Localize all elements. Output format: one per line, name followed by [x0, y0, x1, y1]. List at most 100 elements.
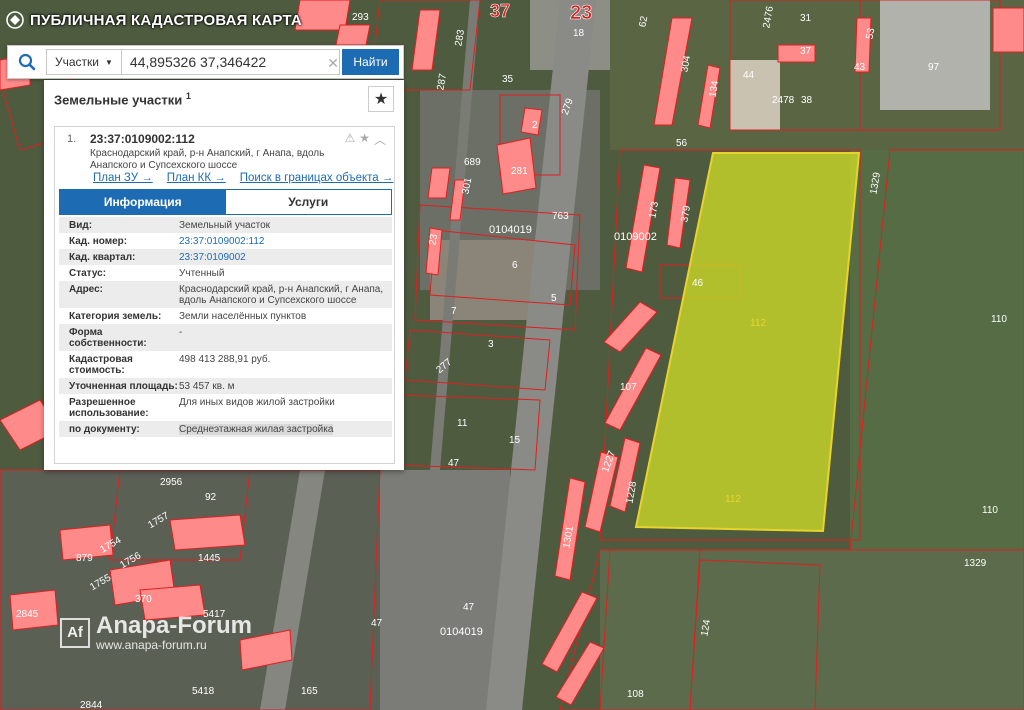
label-parcel-689: 689: [464, 157, 481, 168]
info-row: Адрес: Краснодарский край, р-н Анапский, …: [59, 281, 392, 308]
favorite-button[interactable]: ★: [368, 86, 394, 112]
panel-header: Земельные участки 1 ★: [44, 80, 404, 118]
label-block-0109002: 0109002: [614, 231, 657, 243]
label-parcel-165: 165: [301, 686, 318, 697]
star-icon: ★: [373, 91, 389, 108]
label-parcel-2845: 2845: [16, 609, 39, 620]
label-parcel-2478: 2478: [772, 95, 795, 106]
info-row: Вид: Земельный участок: [59, 217, 392, 233]
label-parcel-31: 31: [800, 13, 812, 24]
label-parcel-5418: 5418: [192, 686, 215, 697]
panel-title: Земельные участки 1: [54, 90, 191, 108]
label-parcel-2956: 2956: [160, 477, 183, 488]
cadastral-quarter-link[interactable]: 23:37:0109002: [179, 252, 386, 263]
result-actions: ⚠ ★ ︿: [344, 131, 386, 148]
tab-info[interactable]: Информация: [60, 190, 226, 214]
link-plan-zu[interactable]: План ЗУ →: [93, 172, 153, 184]
label-parcel-47-a: 47: [448, 458, 460, 469]
chevron-up-icon[interactable]: ︿: [374, 131, 386, 148]
label-parcel-37: 37: [800, 46, 812, 57]
label-parcel-47-c: 47: [371, 618, 383, 629]
result-count: 1: [185, 90, 191, 101]
label-parcel-110-a: 110: [991, 314, 1007, 325]
label-parcel-18: 18: [573, 28, 585, 39]
info-row: Кадастровая стоимость: 498 413 288,91 руб…: [69, 354, 271, 376]
search-type-dropdown[interactable]: Участки ▼: [46, 49, 121, 75]
search-type-label: Участки: [55, 55, 99, 69]
label-parcel-15: 15: [509, 435, 521, 446]
cadastral-number-link[interactable]: 23:37:0109002:112: [179, 236, 386, 247]
label-parcel-110-b: 110: [982, 505, 998, 516]
result-card: 1. 23:37:0109002:112 ⚠ ★ ︿ Краснодарский…: [54, 126, 395, 464]
label-parcel-38: 38: [801, 95, 813, 106]
label-parcel-108: 108: [627, 689, 644, 700]
info-row: Статус: Учтенный: [69, 268, 225, 279]
result-number: 1.: [67, 133, 77, 145]
chevron-down-icon: ▼: [105, 57, 113, 67]
label-parcel-46: 46: [692, 278, 704, 289]
label-parcel-6: 6: [512, 260, 518, 271]
info-row: Кад. квартал: 23:37:0109002: [59, 249, 392, 265]
watermark: Af Anapa-Forum www.anapa-forum.ru: [60, 613, 252, 652]
map-field-e: [850, 150, 1024, 550]
label-parcel-1329-b: 1329: [964, 558, 987, 569]
label-block-0104019: 0104019: [489, 224, 532, 236]
result-links: План ЗУ → План КК → Поиск в границах объ…: [93, 172, 403, 184]
label-parcel-112-b: 112: [725, 494, 741, 505]
results-panel: Земельные участки 1 ★ 1. 23:37:0109002:1…: [44, 80, 404, 470]
label-parcel-3: 3: [488, 339, 494, 350]
label-parcel-44: 44: [743, 70, 755, 81]
label-parcel-107: 107: [620, 382, 637, 393]
label-parcel-879: 879: [76, 553, 93, 564]
link-search-bounds[interactable]: Поиск в границах объекта →: [240, 172, 394, 184]
search-bar: Участки ▼ ✕ Найти: [7, 45, 404, 79]
label-parcel-43: 43: [854, 62, 866, 73]
label-parcel-47-b: 47: [463, 602, 475, 613]
app-header: ПУБЛИЧНАЯ КАДАСТРОВАЯ КАРТА: [0, 0, 308, 40]
app-title: ПУБЛИЧНАЯ КАДАСТРОВАЯ КАРТА: [30, 11, 302, 29]
label-parcel-281: 281: [511, 166, 528, 177]
find-button[interactable]: Найти: [342, 49, 399, 75]
label-quarter-37: 37: [490, 1, 510, 21]
result-tabs: Информация Услуги: [59, 189, 392, 215]
label-quarter-23: 23: [570, 2, 592, 24]
star-outline-icon[interactable]: ★: [359, 131, 370, 148]
cadastral-number: 23:37:0109002:112: [90, 132, 195, 146]
watermark-url: www.anapa-forum.ru: [96, 638, 207, 652]
label-parcel-2844: 2844: [80, 700, 103, 710]
link-plan-kk[interactable]: План КК →: [167, 172, 226, 184]
map-building-97: [880, 0, 990, 110]
info-row: Кад. номер: 23:37:0109002:112: [59, 233, 392, 249]
search-icon: [18, 53, 36, 71]
info-row: Разрешенное использование: Для иных видов…: [69, 397, 335, 419]
map-field-se: [600, 550, 1024, 710]
info-row: Категория земель: Земли населённых пункто…: [69, 311, 307, 322]
label-parcel-5: 5: [551, 293, 557, 304]
label-parcel-2: 2: [532, 120, 538, 131]
info-row: Форма собственности: -: [59, 324, 392, 351]
info-row: Уточненная площадь: 53 457 кв. м: [59, 378, 392, 394]
result-address: Краснодарский край, р-н Анапский, г Анап…: [90, 148, 325, 171]
watermark-logo: Af: [60, 617, 90, 648]
search-input[interactable]: [120, 49, 340, 75]
rosreestr-logo-icon: [6, 11, 24, 29]
search-button[interactable]: [8, 46, 46, 78]
label-parcel-293: 293: [352, 12, 369, 23]
label-parcel-112-a: 112: [750, 318, 766, 329]
label-parcel-97: 97: [928, 62, 940, 73]
clear-icon[interactable]: ✕: [327, 55, 339, 72]
label-block-0104019-south: 0104019: [440, 626, 483, 638]
warning-icon[interactable]: ⚠: [344, 131, 355, 148]
label-parcel-763: 763: [552, 211, 569, 222]
watermark-title: Anapa-Forum: [96, 612, 252, 639]
info-row: по документу: Среднеэтажная жилая застрой…: [59, 421, 392, 437]
label-parcel-92: 92: [205, 492, 217, 503]
info-table: Вид: Земельный участок Кад. номер: 23:37:0…: [59, 217, 392, 437]
label-parcel-56: 56: [676, 138, 688, 149]
label-parcel-7: 7: [451, 306, 457, 317]
label-parcel-1445: 1445: [198, 553, 221, 564]
label-parcel-35: 35: [502, 74, 514, 85]
label-parcel-370: 370: [135, 594, 152, 605]
tab-services[interactable]: Услуги: [225, 190, 391, 214]
label-parcel-11: 11: [457, 418, 468, 429]
